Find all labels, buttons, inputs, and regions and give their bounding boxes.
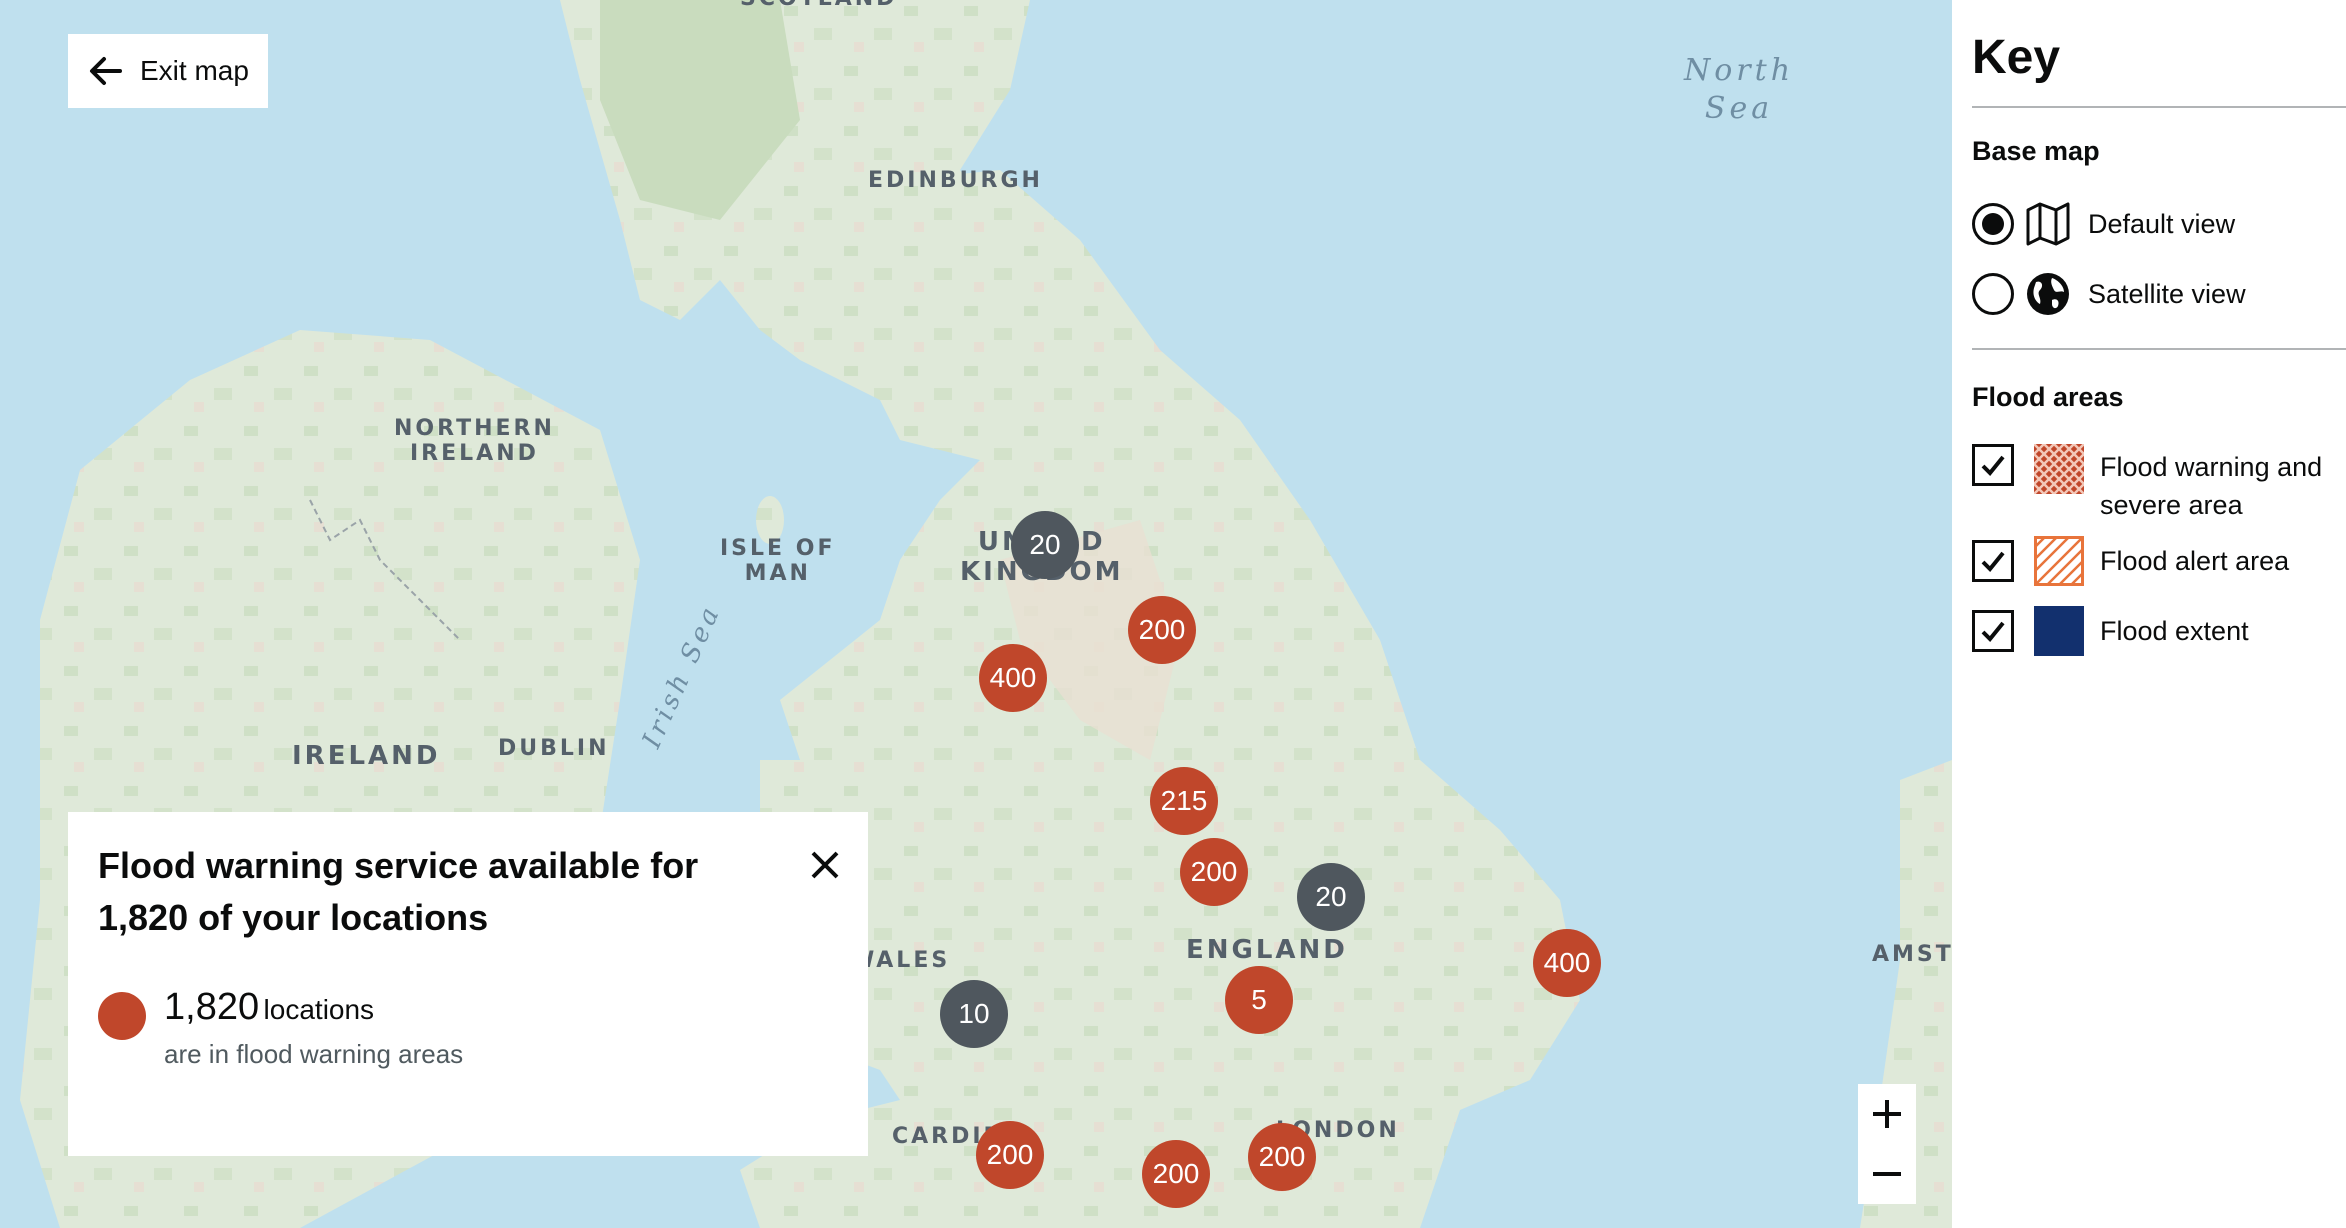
key-title: Key (1972, 31, 2061, 84)
location-cluster-marker[interactable]: 200 (1180, 838, 1248, 906)
key-panel: Key Base map Default view Satellite view… (1972, 0, 2346, 1228)
flood-extent-label: Flood extent (2100, 616, 2249, 646)
location-cluster-marker[interactable]: 200 (1142, 1140, 1210, 1208)
globe-icon (2027, 273, 2069, 315)
locations-description: are in flood warning areas (164, 1039, 464, 1069)
place-label-northern-ireland: NORTHERN IRELAND (394, 416, 555, 467)
locations-summary: 1,820 locations are in flood warning are… (98, 986, 838, 1070)
location-cluster-marker[interactable]: 200 (1128, 596, 1196, 664)
location-cluster-marker[interactable]: 400 (979, 644, 1047, 712)
flood-alert-swatch-icon (2034, 536, 2084, 586)
flood-warning-swatch-icon (2034, 444, 2084, 494)
flood-alert-checkbox[interactable] (1972, 540, 2014, 582)
default-view-radio[interactable] (1972, 203, 2014, 245)
location-cluster-marker[interactable]: 215 (1150, 767, 1218, 835)
flood-summary-panel: Flood warning service available for 1,82… (68, 812, 868, 1156)
location-cluster-marker[interactable]: 400 (1533, 929, 1601, 997)
zoom-in-button[interactable] (1858, 1084, 1916, 1144)
base-map-option-default[interactable]: Default view (1972, 200, 2235, 248)
location-cluster-marker[interactable]: 10 (940, 980, 1008, 1048)
place-label-edinburgh: EDINBURGH (868, 168, 1043, 193)
location-cluster-marker[interactable]: 5 (1225, 966, 1293, 1034)
flood-alert-label: Flood alert area (2100, 546, 2290, 576)
flood-areas-heading: Flood areas (1972, 382, 2124, 412)
sea-label-north-sea: North Sea (1684, 53, 1795, 126)
place-label-dublin: DUBLIN (498, 736, 610, 761)
location-cluster-marker[interactable]: 20 (1297, 863, 1365, 931)
zoom-out-button[interactable] (1858, 1144, 1916, 1204)
flood-area-warning-severe[interactable]: Flood warning and severe area (1972, 444, 2336, 524)
zoom-controls (1858, 1084, 1916, 1204)
minus-icon (1873, 1172, 1901, 1176)
key-divider (1972, 348, 2346, 350)
base-map-option-satellite[interactable]: Satellite view (1972, 270, 2246, 318)
close-icon (811, 851, 839, 879)
flood-extent-swatch-icon (2034, 606, 2084, 656)
location-cluster-marker[interactable]: 200 (1248, 1123, 1316, 1191)
key-divider (1972, 106, 2346, 108)
exit-map-label: Exit map (140, 55, 249, 86)
radio-selected-dot (1982, 213, 2004, 235)
flood-warning-checkbox[interactable] (1972, 444, 2014, 486)
locations-count: 1,820 (164, 986, 260, 1028)
flood-warning-label: Flood warning and severe area (2100, 452, 2323, 520)
exit-map-button[interactable]: Exit map (68, 34, 268, 108)
close-panel-button[interactable] (800, 840, 850, 890)
warning-dot-icon (98, 992, 146, 1040)
base-map-heading: Base map (1972, 136, 2100, 166)
flood-area-extent[interactable]: Flood extent (1972, 606, 2249, 656)
place-label-isle-of-man: ISLE OF MAN (720, 536, 836, 587)
satellite-view-label: Satellite view (2088, 279, 2246, 309)
checkmark-icon (1981, 551, 2005, 572)
checkmark-icon (1981, 455, 2005, 476)
plus-icon (1873, 1100, 1901, 1128)
place-label-england: ENGLAND (1186, 935, 1348, 965)
satellite-view-radio[interactable] (1972, 273, 2014, 315)
checkmark-icon (1981, 621, 2005, 642)
place-label-scotland: SCOTLAND (740, 0, 897, 11)
panel-title: Flood warning service available for 1,82… (98, 845, 699, 938)
flood-extent-checkbox[interactable] (1972, 610, 2014, 652)
map-icon (2026, 202, 2070, 246)
flood-area-alert[interactable]: Flood alert area (1972, 536, 2289, 586)
default-view-label: Default view (2088, 209, 2236, 239)
arrow-left-icon (90, 57, 122, 85)
locations-unit: locations (263, 994, 375, 1025)
location-cluster-marker[interactable]: 20 (1011, 511, 1079, 579)
location-cluster-marker[interactable]: 200 (976, 1121, 1044, 1189)
map[interactable]: SCOTLAND EDINBURGH NORTHERN IRELAND ISLE… (0, 0, 1952, 1228)
place-label-amsterdam: AMST (1872, 942, 1952, 967)
place-label-ireland: IRELAND (292, 741, 441, 771)
